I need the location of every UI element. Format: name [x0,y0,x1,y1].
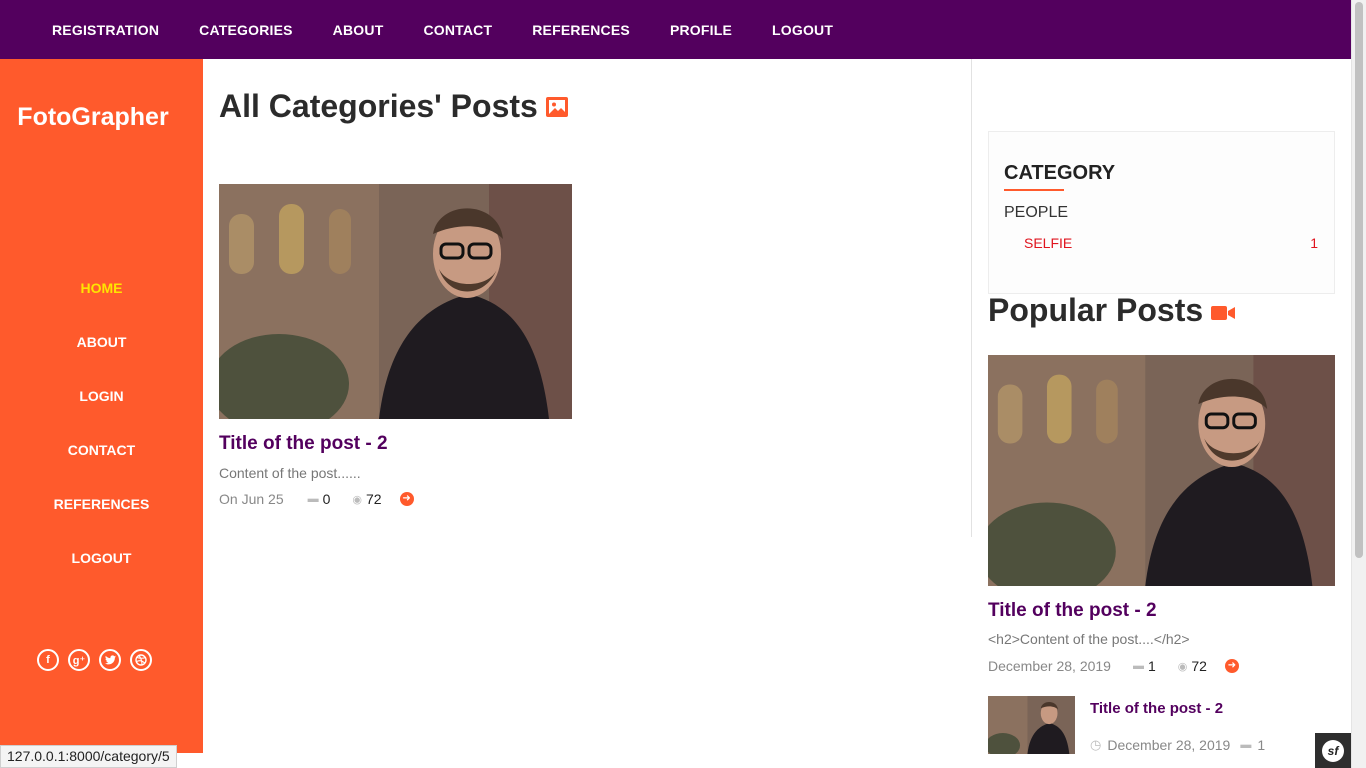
brand-logo[interactable]: FotoGrapher [0,103,186,132]
post-comment-count: 0 [322,491,331,507]
sidebar-item-references[interactable]: REFERENCES [0,493,203,547]
topnav-about[interactable]: ABOUT [313,22,404,38]
topnav-categories[interactable]: CATEGORIES [179,22,313,38]
popular-item-thumbnail[interactable] [988,696,1075,754]
sidebar-item-login[interactable]: LOGIN [0,385,203,439]
top-navigation: REGISTRATION CATEGORIES ABOUT CONTACT RE… [0,0,1351,59]
facebook-icon[interactable]: f [37,649,59,671]
comment-icon: ▬ [307,493,319,505]
social-links: f g⁺ [37,649,152,671]
eye-icon: ◉ [352,493,363,506]
popular-post-view-count: 72 [1191,658,1207,674]
read-more-arrow-icon[interactable]: ➜ [399,492,414,506]
symfony-logo-icon: sf [1322,739,1344,762]
post-date: On Jun 25 [219,491,284,507]
category-child-count: 1 [1310,235,1318,251]
sidebar-menu: HOME ABOUT LOGIN CONTACT REFERENCES LOGO… [0,277,203,601]
sidebar-item-home[interactable]: HOME [0,277,203,331]
post-view-count: 72 [366,491,382,507]
comment-icon: ▬ [1240,739,1252,751]
popular-item-date: December 28, 2019 [1107,737,1231,753]
category-heading-underline [1004,189,1064,191]
symfony-toolbar-toggle[interactable]: sf [1315,733,1351,768]
column-divider [971,59,972,537]
sidebar-item-logout[interactable]: LOGOUT [0,547,203,601]
video-camera-icon [1211,292,1236,329]
twitter-icon[interactable] [99,649,121,671]
google-plus-icon[interactable]: g⁺ [68,649,90,671]
eye-icon: ◉ [1177,660,1188,673]
popular-post-excerpt: <h2>Content of the post....</h2> [988,631,1190,647]
popular-post-image[interactable] [988,355,1335,586]
browser-status-url: 127.0.0.1:8000/category/5 [0,745,177,768]
post-card: Title of the post - 2 Content of the pos… [219,184,572,507]
post-meta: On Jun 25 ▬ 0 ◉ 72 ➜ [219,491,572,507]
page-title-text: All Categories' Posts [219,88,538,124]
category-heading: CATEGORY [1004,162,1116,184]
category-parent[interactable]: PEOPLE [1004,204,1068,222]
popular-post-comment-count: 1 [1147,658,1156,674]
popular-posts-title: Popular Posts [988,292,1236,329]
topnav-logout[interactable]: LOGOUT [752,22,853,38]
popular-post-meta: December 28, 2019 ▬ 1 ◉ 72 ➜ [988,658,1239,674]
topnav-contact[interactable]: CONTACT [403,22,512,38]
sidebar-item-contact[interactable]: CONTACT [0,439,203,493]
left-sidebar: FotoGrapher HOME ABOUT LOGIN CONTACT REF… [0,59,203,753]
popular-item-title[interactable]: Title of the post - 2 [1090,700,1223,717]
page-scrollbar[interactable] [1351,0,1366,768]
category-widget: CATEGORY PEOPLE SELFIE 1 [988,131,1335,294]
image-icon [545,88,568,125]
topnav-registration[interactable]: REGISTRATION [32,22,179,38]
post-image[interactable] [219,184,572,419]
topnav-references[interactable]: REFERENCES [512,22,650,38]
topnav-profile[interactable]: PROFILE [650,22,752,38]
dribbble-icon[interactable] [130,649,152,671]
scrollbar-thumb[interactable] [1355,2,1363,558]
page-title: All Categories' Posts [219,88,568,125]
popular-posts-title-text: Popular Posts [988,292,1204,328]
read-more-arrow-icon[interactable]: ➜ [1224,659,1239,673]
popular-post-date: December 28, 2019 [988,658,1111,674]
category-child-link[interactable]: SELFIE [1024,235,1072,251]
clock-icon: ◷ [1090,737,1102,752]
popular-item-meta: ◷ December 28, 2019 ▬ 1 [1090,737,1265,753]
sidebar-item-about[interactable]: ABOUT [0,331,203,385]
post-excerpt: Content of the post...... [219,465,361,481]
popular-item-comment-count: 1 [1257,737,1266,753]
popular-post-title[interactable]: Title of the post - 2 [988,600,1157,622]
post-title[interactable]: Title of the post - 2 [219,433,572,455]
comment-icon: ▬ [1132,660,1144,672]
